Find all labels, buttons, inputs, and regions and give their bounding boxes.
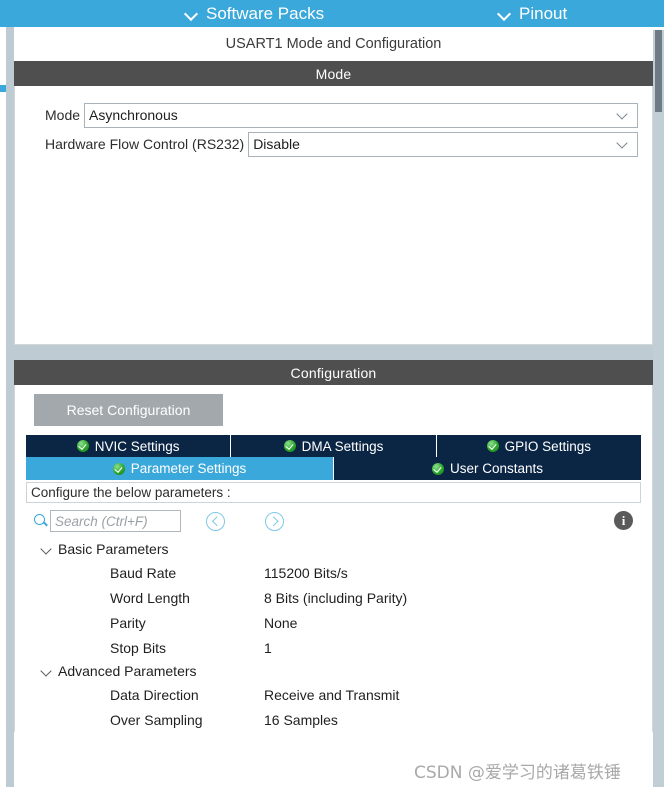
reset-configuration-button[interactable]: Reset Configuration <box>34 394 223 426</box>
tab-user-constants-label: User Constants <box>449 461 544 476</box>
param-value: Receive and Transmit <box>264 686 400 703</box>
tree-group-advanced-parameters[interactable]: Advanced Parameters <box>26 660 641 682</box>
configuration-section-header: Configuration <box>14 360 653 385</box>
tab-nvic-settings-label: NVIC Settings <box>94 438 180 454</box>
configuration-panel: Reset Configuration NVIC Settings DMA Se… <box>14 385 653 732</box>
tab-nvic-settings[interactable]: NVIC Settings <box>26 435 232 457</box>
hardware-flow-control-label: Hardware Flow Control (RS232) <box>45 136 245 152</box>
panel-divider <box>14 345 653 360</box>
left-panel-edge <box>0 27 6 787</box>
check-circle-icon <box>486 440 499 452</box>
mode-section-header: Mode <box>14 61 653 86</box>
param-name: Word Length <box>110 589 190 606</box>
stm32cubemx-usart-config-panel: Software Packs Pinout USART1 Mode and Co… <box>0 0 664 787</box>
tree-group-advanced-parameters-label: Advanced Parameters <box>58 663 197 679</box>
parameter-tree: Basic Parameters Baud Rate 115200 Bits/s… <box>26 538 641 732</box>
param-value: 8 Bits (including Parity) <box>264 589 408 606</box>
chevron-down-icon <box>617 139 628 150</box>
hardware-flow-control-select[interactable]: Disable <box>248 131 638 157</box>
reset-area: Reset Configuration <box>15 385 652 435</box>
param-name: Data Direction <box>110 686 199 703</box>
navigate-back-icon[interactable] <box>206 511 225 531</box>
navigate-forward-icon[interactable] <box>265 511 284 531</box>
tab-parameter-settings[interactable]: Parameter Settings <box>26 457 334 480</box>
tab-parameter-settings-label: Parameter Settings <box>130 461 247 476</box>
tab-dma-settings[interactable]: DMA Settings <box>231 435 437 457</box>
tree-group-basic-parameters[interactable]: Basic Parameters <box>26 538 641 560</box>
check-circle-icon <box>76 440 89 452</box>
mode-field-label: Mode <box>45 107 81 123</box>
check-circle-icon <box>112 462 125 475</box>
menu-software-packs-label: Software Packs <box>206 3 325 23</box>
chevron-down-icon <box>498 7 511 20</box>
tab-dma-settings-label: DMA Settings <box>301 438 384 454</box>
param-value: 115200 Bits/s <box>264 564 348 581</box>
watermark-text: CSDN @爱学习的诸葛铁锤 <box>414 763 621 783</box>
settings-tabs-row-1: NVIC Settings DMA Settings GPIO Settings <box>15 435 652 457</box>
menu-pinout[interactable]: Pinout <box>498 0 567 27</box>
mode-panel: Mode Asynchronous Hardware Flow Control … <box>14 86 653 345</box>
peripheral-title: USART1 Mode and Configuration <box>14 27 653 61</box>
param-name: Over Sampling <box>110 711 203 728</box>
table-row[interactable]: Word Length 8 Bits (including Parity) <box>26 585 641 610</box>
tab-gpio-settings[interactable]: GPIO Settings <box>436 435 641 457</box>
hardware-flow-control-field-row: Hardware Flow Control (RS232) Disable <box>15 131 652 157</box>
configure-hint: Configure the below parameters : <box>26 482 641 503</box>
top-menu-bar: Software Packs Pinout <box>0 0 664 27</box>
table-row[interactable]: Over Sampling 16 Samples <box>26 707 641 732</box>
mode-field-row: Mode Asynchronous <box>15 102 652 128</box>
chevron-down-icon <box>40 543 53 556</box>
left-tab-indicator <box>0 85 6 92</box>
menu-pinout-label: Pinout <box>519 3 568 23</box>
param-value: 16 Samples <box>264 711 338 728</box>
mode-select[interactable]: Asynchronous <box>84 102 638 128</box>
menu-software-packs[interactable]: Software Packs <box>185 0 324 27</box>
param-value: 1 <box>264 639 272 656</box>
search-input[interactable] <box>50 510 181 532</box>
check-circle-icon <box>283 440 296 452</box>
table-row[interactable]: Data Direction Receive and Transmit <box>26 682 641 707</box>
main-content: USART1 Mode and Configuration Mode Mode … <box>14 27 653 732</box>
chevron-down-icon <box>40 665 53 678</box>
table-row[interactable]: Stop Bits 1 <box>26 635 641 660</box>
table-row[interactable]: Baud Rate 115200 Bits/s <box>26 560 641 585</box>
vertical-scrollbar-thumb[interactable] <box>655 30 662 112</box>
param-name: Stop Bits <box>110 639 167 656</box>
hardware-flow-control-value: Disable <box>253 136 300 152</box>
param-name: Parity <box>110 614 146 631</box>
table-row[interactable]: Parity None <box>26 610 641 635</box>
search-toolbar: i <box>26 506 641 536</box>
tree-group-basic-parameters-label: Basic Parameters <box>58 541 169 557</box>
search-icon <box>33 513 49 529</box>
param-value: None <box>264 614 298 631</box>
mode-select-value: Asynchronous <box>89 107 178 123</box>
chevron-down-icon <box>617 110 628 121</box>
tab-gpio-settings-label: GPIO Settings <box>504 438 591 454</box>
settings-tabs-row-2: Parameter Settings User Constants <box>15 457 652 480</box>
info-icon[interactable]: i <box>614 511 633 530</box>
vertical-scrollbar-track[interactable] <box>653 30 664 787</box>
chevron-down-icon <box>185 7 198 20</box>
check-circle-icon <box>431 462 444 475</box>
param-name: Baud Rate <box>110 564 177 581</box>
tab-user-constants[interactable]: User Constants <box>334 457 641 480</box>
